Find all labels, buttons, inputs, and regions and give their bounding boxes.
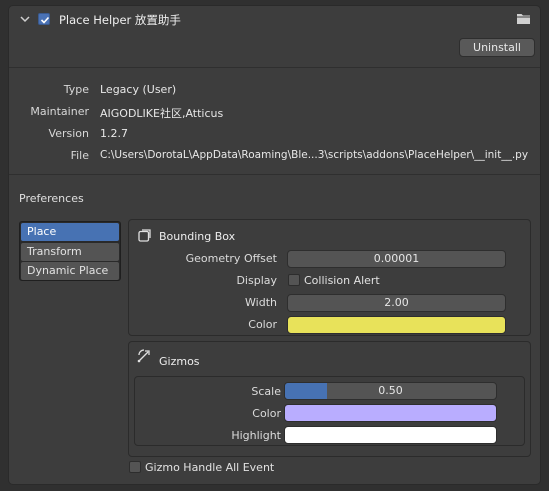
geometry-offset-label: Geometry Offset [185, 252, 277, 265]
gizmo-color-label: Color [252, 407, 281, 420]
gizmo-handle-all-label: Gizmo Handle All Event [145, 461, 275, 474]
bounding-box-icon [138, 229, 151, 245]
bbox-color-label: Color [248, 318, 277, 331]
info-label-version: Version [48, 127, 89, 140]
addon-header[interactable]: Place Helper 放置助手 [9, 6, 540, 32]
width-value: 2.00 [384, 296, 409, 309]
width-label: Width [245, 296, 277, 309]
uninstall-button[interactable]: Uninstall [459, 38, 535, 57]
width-field[interactable]: 2.00 [287, 294, 506, 312]
info-value-version: 1.2.7 [100, 127, 128, 140]
bounding-box-title: Bounding Box [159, 230, 236, 243]
gizmos-section: Gizmos Scale 0.50 Color Highlight [128, 341, 531, 457]
info-label-file: File [70, 149, 89, 162]
collision-alert-label: Collision Alert [304, 274, 380, 287]
checkmark-icon [40, 16, 50, 24]
info-label-maintainer: Maintainer [30, 105, 89, 118]
info-label-type: Type [63, 83, 89, 96]
geometry-offset-field[interactable]: 0.00001 [287, 250, 506, 268]
preferences-tab-list: Place Transform Dynamic Place [19, 221, 121, 281]
tab-dynamic-place[interactable]: Dynamic Place [21, 262, 119, 280]
highlight-label: Highlight [231, 429, 281, 442]
folder-icon[interactable] [516, 12, 531, 28]
bbox-color-swatch[interactable] [287, 316, 506, 334]
chevron-down-icon[interactable] [20, 14, 30, 24]
scale-slider-fill [285, 383, 328, 399]
scale-slider[interactable]: 0.50 [284, 382, 497, 400]
gizmo-handle-all-checkbox[interactable] [129, 461, 141, 473]
preferences-label: Preferences [19, 192, 84, 205]
gizmo-color-swatch[interactable] [284, 404, 497, 422]
gizmo-settings-box: Scale 0.50 Color Highlight [134, 376, 525, 446]
scale-value: 0.50 [378, 384, 403, 397]
divider [9, 67, 540, 68]
tab-transform[interactable]: Transform [21, 243, 119, 261]
info-value-file: C:\Users\DorotaL\AppData\Roaming\Ble...3… [100, 149, 529, 161]
collision-alert-checkbox[interactable] [288, 274, 300, 286]
addon-panel: Place Helper 放置助手 Uninstall Type Legacy … [8, 5, 541, 485]
bounding-box-section: Bounding Box Geometry Offset 0.00001 Dis… [128, 219, 531, 336]
info-value-type: Legacy (User) [100, 83, 177, 96]
divider [9, 174, 540, 175]
info-value-maintainer: AIGODLIKE社区,Atticus [100, 107, 224, 120]
highlight-color-swatch[interactable] [284, 426, 497, 444]
addon-title: Place Helper 放置助手 [59, 13, 181, 27]
display-label: Display [236, 274, 277, 287]
gizmo-icon [137, 348, 152, 366]
gizmos-title: Gizmos [159, 355, 200, 368]
addon-enabled-checkbox[interactable] [38, 13, 50, 25]
geometry-offset-value: 0.00001 [373, 252, 420, 265]
scale-label: Scale [251, 385, 281, 398]
tab-place[interactable]: Place [21, 223, 119, 241]
